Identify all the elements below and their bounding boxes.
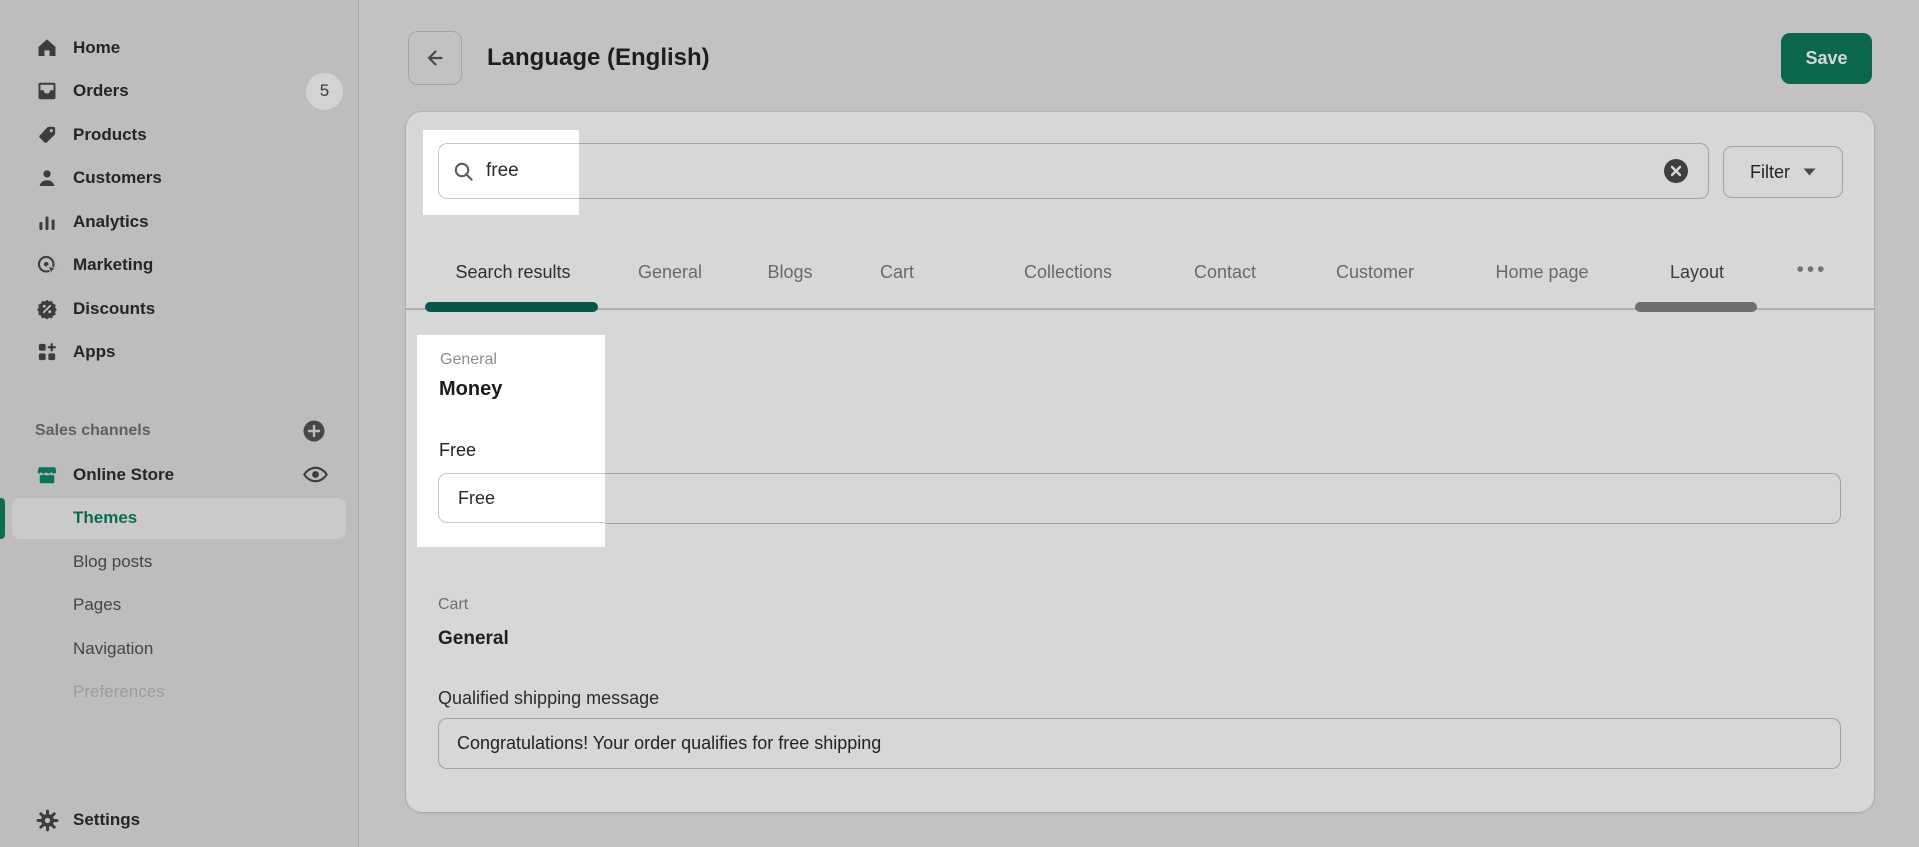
sidebar-item-label: Settings xyxy=(73,810,140,830)
highlight-box-search: free xyxy=(423,130,579,215)
tab-collections[interactable]: Collections xyxy=(1024,262,1112,283)
orders-count-badge: 5 xyxy=(306,73,343,110)
sidebar-item-label: Pages xyxy=(73,595,121,615)
back-button[interactable] xyxy=(408,31,462,85)
search-value: free xyxy=(486,160,519,182)
sidebar-item-themes[interactable]: Themes xyxy=(0,497,358,541)
sidebar-nav: Home Orders 5 Products Customers Analyti… xyxy=(0,26,358,714)
sales-channels-header: Sales channels xyxy=(0,409,358,453)
active-tab-underline xyxy=(425,302,598,312)
result-heading: General xyxy=(438,628,509,650)
sidebar-item-marketing[interactable]: Marketing xyxy=(0,244,358,288)
result-group-label: Cart xyxy=(438,596,468,614)
add-sales-channel-icon[interactable] xyxy=(301,418,327,444)
free-field-input[interactable] xyxy=(438,473,1841,524)
sidebar-item-pages[interactable]: Pages xyxy=(0,584,358,628)
sidebar-item-label: Discounts xyxy=(73,299,155,319)
tab-cart[interactable]: Cart xyxy=(880,262,914,283)
sidebar-item-products[interactable]: Products xyxy=(0,113,358,157)
sidebar-item-online-store[interactable]: Online Store xyxy=(0,453,358,497)
sidebar-item-label: Blog posts xyxy=(73,552,152,572)
arrow-left-icon xyxy=(422,45,448,71)
layout-tab-underline xyxy=(1635,302,1757,312)
filter-label: Filter xyxy=(1750,162,1790,183)
shipping-message-value: Congratulations! Your order qualifies fo… xyxy=(457,733,881,754)
search-icon xyxy=(452,160,475,183)
sidebar-item-label: Home xyxy=(73,38,120,58)
caret-down-icon xyxy=(1803,168,1816,176)
sidebar-item-analytics[interactable]: Analytics xyxy=(0,200,358,244)
sidebar-item-orders[interactable]: Orders 5 xyxy=(0,70,358,114)
sidebar-item-label: Customers xyxy=(73,168,162,188)
sidebar-item-settings[interactable]: Settings xyxy=(0,798,358,842)
tab-customer[interactable]: Customer xyxy=(1336,262,1414,283)
sidebar-item-label: Apps xyxy=(73,342,116,362)
highlight-box-result: General Money Free Free xyxy=(417,335,605,547)
online-store-icon xyxy=(36,464,58,486)
customers-icon xyxy=(36,167,58,189)
view-store-eye-icon[interactable] xyxy=(302,461,329,488)
tab-home-page[interactable]: Home page xyxy=(1495,262,1588,283)
analytics-icon xyxy=(36,211,58,233)
save-button[interactable]: Save xyxy=(1781,33,1872,84)
sidebar-item-label: Themes xyxy=(0,508,137,528)
products-tag-icon xyxy=(36,124,58,146)
tabs-overflow-button[interactable]: ••• xyxy=(1796,258,1827,282)
sales-channels-label: Sales channels xyxy=(35,422,151,440)
free-field-value: Free xyxy=(458,488,495,509)
free-field-input-highlighted[interactable]: Free xyxy=(438,473,605,523)
filter-button[interactable]: Filter xyxy=(1723,146,1843,198)
sidebar-item-home[interactable]: Home xyxy=(0,26,358,70)
sidebar-item-blog-posts[interactable]: Blog posts xyxy=(0,540,358,584)
sidebar-item-customers[interactable]: Customers xyxy=(0,157,358,201)
tab-search-results[interactable]: Search results xyxy=(455,262,570,283)
settings-gear-icon xyxy=(36,809,59,832)
sidebar-item-preferences[interactable]: Preferences xyxy=(0,671,358,715)
sidebar-item-discounts[interactable]: Discounts xyxy=(0,287,358,331)
orders-icon xyxy=(36,80,58,102)
sidebar-item-apps[interactable]: Apps xyxy=(0,331,358,375)
sidebar-item-label: Analytics xyxy=(73,212,149,232)
shopify-admin-page: Home Orders 5 Products Customers Analyti… xyxy=(0,0,1919,847)
shipping-message-input[interactable]: Congratulations! Your order qualifies fo… xyxy=(438,718,1841,769)
sidebar-item-label: Online Store xyxy=(73,465,174,485)
tab-layout[interactable]: Layout xyxy=(1670,262,1724,283)
tab-general[interactable]: General xyxy=(638,262,702,283)
marketing-icon xyxy=(36,254,58,276)
result-group-label: General xyxy=(440,351,497,369)
sidebar-item-label: Preferences xyxy=(73,682,165,702)
sidebar-item-label: Products xyxy=(73,125,147,145)
tab-blogs[interactable]: Blogs xyxy=(767,262,812,283)
search-input[interactable] xyxy=(438,143,1709,199)
main-content: Language (English) Save Filter Search re… xyxy=(359,0,1919,847)
sidebar-item-label: Marketing xyxy=(73,255,153,275)
shipping-message-label: Qualified shipping message xyxy=(438,688,659,709)
sidebar-item-navigation[interactable]: Navigation xyxy=(0,627,358,671)
tab-contact[interactable]: Contact xyxy=(1194,262,1256,283)
sidebar-item-label: Orders xyxy=(73,81,129,101)
home-icon xyxy=(36,37,58,59)
sidebar: Home Orders 5 Products Customers Analyti… xyxy=(0,0,359,847)
search-input-highlighted[interactable]: free xyxy=(438,143,579,199)
free-field-label: Free xyxy=(439,440,476,461)
sidebar-item-label: Navigation xyxy=(73,639,153,659)
discounts-icon xyxy=(36,298,58,320)
x-circle-icon xyxy=(1663,158,1689,184)
page-title: Language (English) xyxy=(487,44,710,72)
clear-search-button[interactable] xyxy=(1663,158,1689,184)
apps-icon xyxy=(36,341,58,363)
result-heading: Money xyxy=(439,378,502,401)
